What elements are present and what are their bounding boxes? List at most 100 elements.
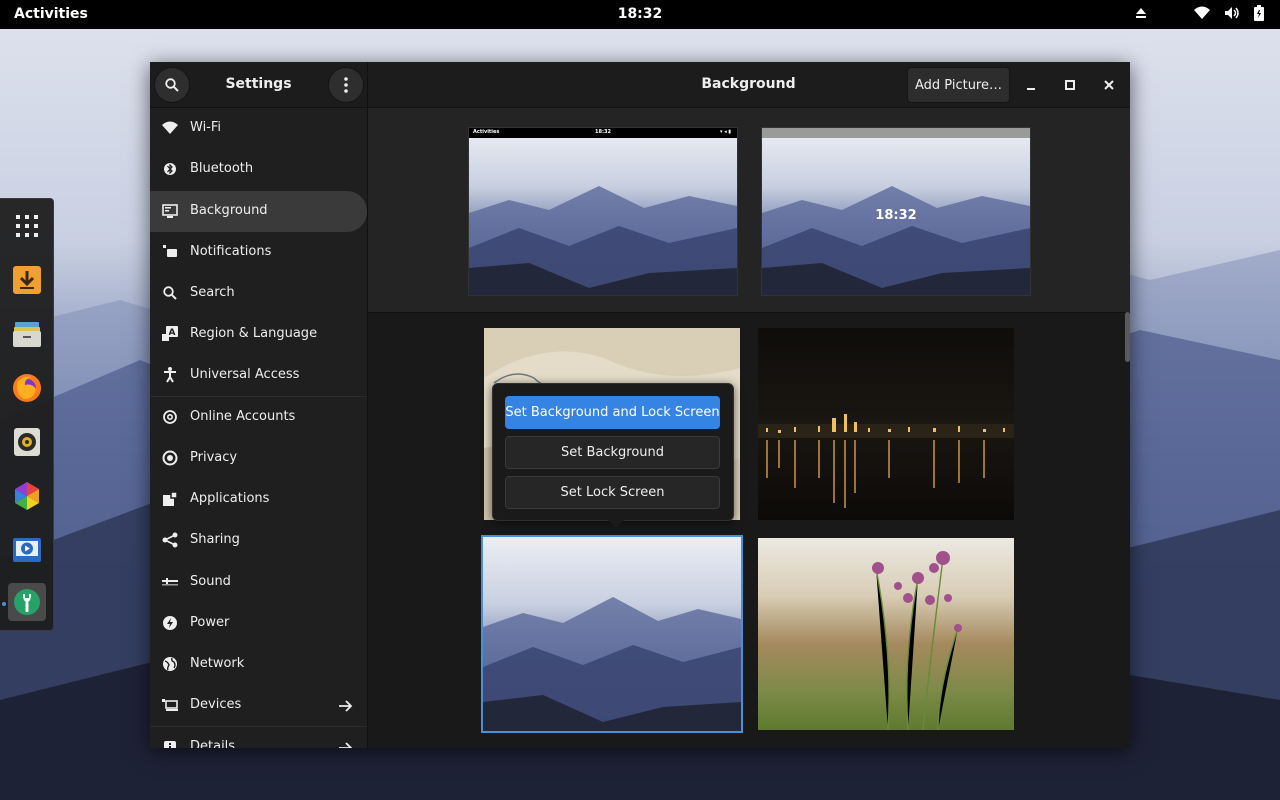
- mountain-wallpaper-image: [469, 128, 737, 295]
- lock-screen-clock: 18:32: [875, 208, 917, 223]
- close-button[interactable]: [1097, 73, 1121, 97]
- privacy-icon: [162, 450, 178, 466]
- wallpaper-thumb-night-city[interactable]: [758, 328, 1014, 520]
- sidebar-item-label: Bluetooth: [190, 161, 254, 176]
- settings-icon[interactable]: [8, 583, 46, 621]
- desktop-preview: Activities 18:32 ▾ ◂ ▮: [468, 127, 738, 296]
- sidebar-item-label: Power: [190, 615, 230, 630]
- sidebar-item-sound[interactable]: Sound: [150, 562, 367, 603]
- dock: [0, 198, 54, 631]
- search-icon: [162, 285, 178, 301]
- minimize-icon: [1027, 88, 1035, 90]
- firefox-icon[interactable]: [8, 369, 46, 407]
- universal-access-icon: [162, 367, 178, 383]
- sidebar-item-devices[interactable]: Devices: [150, 685, 367, 726]
- eject-icon[interactable]: [1134, 6, 1148, 20]
- running-indicator: [2, 602, 6, 606]
- sidebar-item-notifications[interactable]: Notifications: [150, 232, 367, 273]
- sidebar-item-label: Background: [190, 203, 268, 218]
- sidebar-item-privacy[interactable]: Privacy: [150, 438, 367, 479]
- sidebar-item-label: Wi-Fi: [190, 120, 222, 135]
- online-accounts-icon: [162, 409, 178, 425]
- preview-clock: 18:32: [595, 129, 611, 135]
- sidebar-item-search[interactable]: Search: [150, 273, 367, 314]
- mountain-wallpaper-image: [483, 537, 741, 731]
- header-bar: Settings Background Add Picture…: [150, 62, 1130, 108]
- sidebar-item-label: Online Accounts: [190, 409, 296, 424]
- sidebar-item-label: Applications: [190, 491, 270, 506]
- applications-icon: [162, 491, 178, 507]
- music-player-icon[interactable]: [8, 423, 46, 461]
- wallpaper-popover: Set Background and Lock Screen Set Backg…: [492, 383, 734, 528]
- close-icon: [1104, 80, 1114, 90]
- sidebar-item-power[interactable]: Power: [150, 603, 367, 644]
- lock-screen-preview: 18:32: [761, 127, 1031, 296]
- sidebar-item-label: Region & Language: [190, 326, 318, 341]
- scrollbar[interactable]: [1125, 312, 1130, 362]
- page-title: Background: [701, 76, 796, 92]
- set-background-and-lock-screen-button[interactable]: Set Background and Lock Screen: [505, 396, 720, 429]
- wallpaper-thumb-mountains-selected[interactable]: [481, 535, 743, 733]
- maximize-button[interactable]: [1058, 73, 1082, 97]
- arrow-right-icon: [339, 697, 353, 716]
- sidebar-item-label: Notifications: [190, 244, 272, 259]
- activities-button[interactable]: Activities: [14, 6, 88, 22]
- sidebar-item-sharing[interactable]: Sharing: [150, 520, 367, 561]
- background-icon: [162, 203, 178, 219]
- wifi-icon: [162, 120, 178, 136]
- wallpaper-thumb-flowers[interactable]: [758, 538, 1014, 730]
- sidebar-item-applications[interactable]: Applications: [150, 479, 367, 520]
- network-icon: [162, 656, 178, 672]
- flower-wallpaper-image: [758, 538, 1014, 730]
- sidebar-item-details[interactable]: Details: [150, 727, 367, 748]
- sidebar: Wi-Fi Bluetooth Background Notifications…: [150, 108, 368, 748]
- night-city-wallpaper-image: [758, 328, 1014, 520]
- sidebar-item-label: Privacy: [190, 450, 238, 465]
- minimize-button[interactable]: [1019, 73, 1043, 97]
- sidebar-item-universal-access[interactable]: Universal Access: [150, 355, 367, 396]
- maximize-icon: [1065, 80, 1075, 90]
- sidebar-item-region-language[interactable]: A Region & Language: [150, 314, 367, 355]
- sidebar-item-label: Details: [190, 739, 236, 748]
- downloader-icon[interactable]: [8, 261, 46, 299]
- sidebar-item-wifi[interactable]: Wi-Fi: [150, 108, 367, 149]
- sound-icon: [162, 574, 178, 590]
- sidebar-header: Settings: [150, 62, 368, 107]
- sidebar-item-label: Network: [190, 656, 245, 671]
- sidebar-item-label: Universal Access: [190, 367, 300, 382]
- top-bar: Activities 18:32: [0, 0, 1280, 29]
- sidebar-item-label: Search: [190, 285, 235, 300]
- menu-button[interactable]: [328, 67, 364, 103]
- kebab-menu-icon: [344, 77, 348, 93]
- sidebar-item-network[interactable]: Network: [150, 644, 367, 685]
- sidebar-item-label: Sound: [190, 574, 231, 589]
- sidebar-item-bluetooth[interactable]: Bluetooth: [150, 149, 367, 190]
- notifications-icon: [162, 244, 178, 260]
- background-content: Activities 18:32 ▾ ◂ ▮ 18:32 Set Backgro…: [368, 108, 1130, 748]
- set-lock-screen-button[interactable]: Set Lock Screen: [505, 476, 720, 509]
- sidebar-item-label: Sharing: [190, 532, 240, 547]
- arrow-right-icon: [339, 739, 353, 748]
- settings-window: Settings Background Add Picture… Wi-Fi B…: [150, 62, 1130, 748]
- details-icon: [162, 739, 178, 748]
- preview-status-icons: ▾ ◂ ▮: [720, 129, 731, 135]
- sharing-icon: [162, 532, 178, 548]
- app-grid-icon[interactable]: [8, 207, 46, 245]
- power-icon: [162, 615, 178, 631]
- svg-text:A: A: [169, 328, 176, 338]
- preview-area: Activities 18:32 ▾ ◂ ▮ 18:32: [368, 108, 1130, 313]
- sidebar-item-online-accounts[interactable]: Online Accounts: [150, 397, 367, 438]
- add-picture-button[interactable]: Add Picture…: [907, 67, 1010, 103]
- video-player-icon[interactable]: [8, 531, 46, 569]
- file-manager-icon[interactable]: [8, 315, 46, 353]
- battery-icon[interactable]: [1254, 5, 1264, 21]
- sidebar-item-label: Devices: [190, 697, 242, 712]
- set-background-button[interactable]: Set Background: [505, 436, 720, 469]
- sidebar-item-background[interactable]: Background: [150, 191, 367, 232]
- bluetooth-icon: [162, 161, 178, 177]
- region-language-icon: A: [162, 326, 178, 342]
- volume-icon[interactable]: [1224, 6, 1240, 20]
- clock[interactable]: 18:32: [0, 6, 1280, 22]
- wifi-icon[interactable]: [1194, 6, 1210, 20]
- color-picker-icon[interactable]: [8, 477, 46, 515]
